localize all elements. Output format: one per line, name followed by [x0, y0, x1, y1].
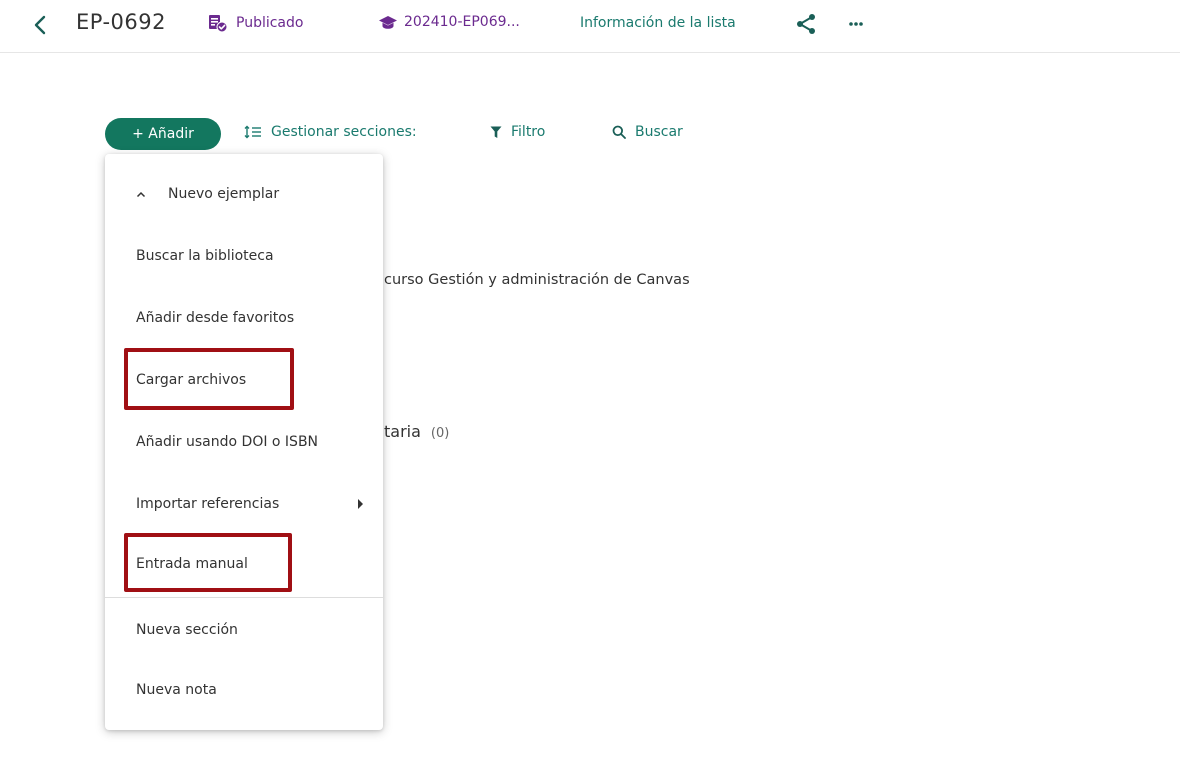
- section-count: (0): [430, 426, 450, 441]
- filter-label: Filtro: [511, 124, 546, 140]
- filter-button[interactable]: Filtro: [490, 124, 545, 140]
- graduation-cap-icon: [379, 16, 397, 29]
- list-info-link[interactable]: Información de la lista: [580, 15, 736, 31]
- menu-divider: [105, 597, 383, 598]
- chevron-left-icon: [34, 15, 46, 35]
- published-list-icon: [209, 15, 228, 33]
- status-badge[interactable]: Publicado: [208, 13, 303, 33]
- section-title[interactable]: taria (0): [384, 422, 449, 441]
- status-label: Publicado: [236, 15, 304, 31]
- share-button[interactable]: [794, 12, 818, 36]
- menu-item-import-references[interactable]: Importar referencias: [105, 484, 383, 524]
- search-label: Buscar: [635, 124, 683, 140]
- add-dropdown-menu: Nuevo ejemplar Buscar la biblioteca Añad…: [105, 154, 383, 730]
- more-horizontal-icon: [849, 22, 863, 26]
- more-options-button[interactable]: [846, 14, 870, 34]
- menu-item-new-item[interactable]: Nuevo ejemplar: [105, 174, 383, 214]
- page-title: EP-0692: [76, 10, 166, 34]
- page-header: EP-0692 Publicado 202410-EP069... Inform…: [0, 0, 1180, 53]
- section-title-text: taria: [384, 422, 421, 441]
- menu-item-search-library[interactable]: Buscar la biblioteca: [105, 236, 383, 276]
- menu-item-label: Nuevo ejemplar: [168, 186, 280, 202]
- search-button[interactable]: Buscar: [612, 124, 683, 140]
- caret-right-icon: [358, 499, 363, 509]
- menu-item-new-note[interactable]: Nueva nota: [105, 670, 383, 710]
- filter-icon: [490, 126, 502, 138]
- menu-item-add-from-favorites[interactable]: Añadir desde favoritos: [105, 298, 383, 338]
- highlight-upload-files: [124, 348, 294, 410]
- sort-sections-icon: [244, 125, 261, 139]
- add-button[interactable]: + Añadir: [105, 118, 221, 150]
- share-icon: [797, 14, 815, 34]
- course-label: 202410-EP069...: [404, 14, 520, 30]
- course-link[interactable]: 202410-EP069...: [378, 13, 520, 31]
- menu-item-new-section[interactable]: Nueva sección: [105, 610, 383, 650]
- menu-item-add-doi-isbn[interactable]: Añadir usando DOI o ISBN: [105, 422, 383, 462]
- course-description: curso Gestión y administración de Canvas: [384, 272, 690, 288]
- highlight-manual-entry: [124, 533, 292, 592]
- search-icon: [612, 125, 626, 139]
- chevron-up-icon: [136, 191, 146, 198]
- manage-sections-button[interactable]: Gestionar secciones:: [244, 124, 417, 140]
- back-button[interactable]: [30, 12, 50, 38]
- manage-sections-label: Gestionar secciones:: [271, 124, 417, 140]
- menu-item-label: Importar referencias: [136, 496, 280, 512]
